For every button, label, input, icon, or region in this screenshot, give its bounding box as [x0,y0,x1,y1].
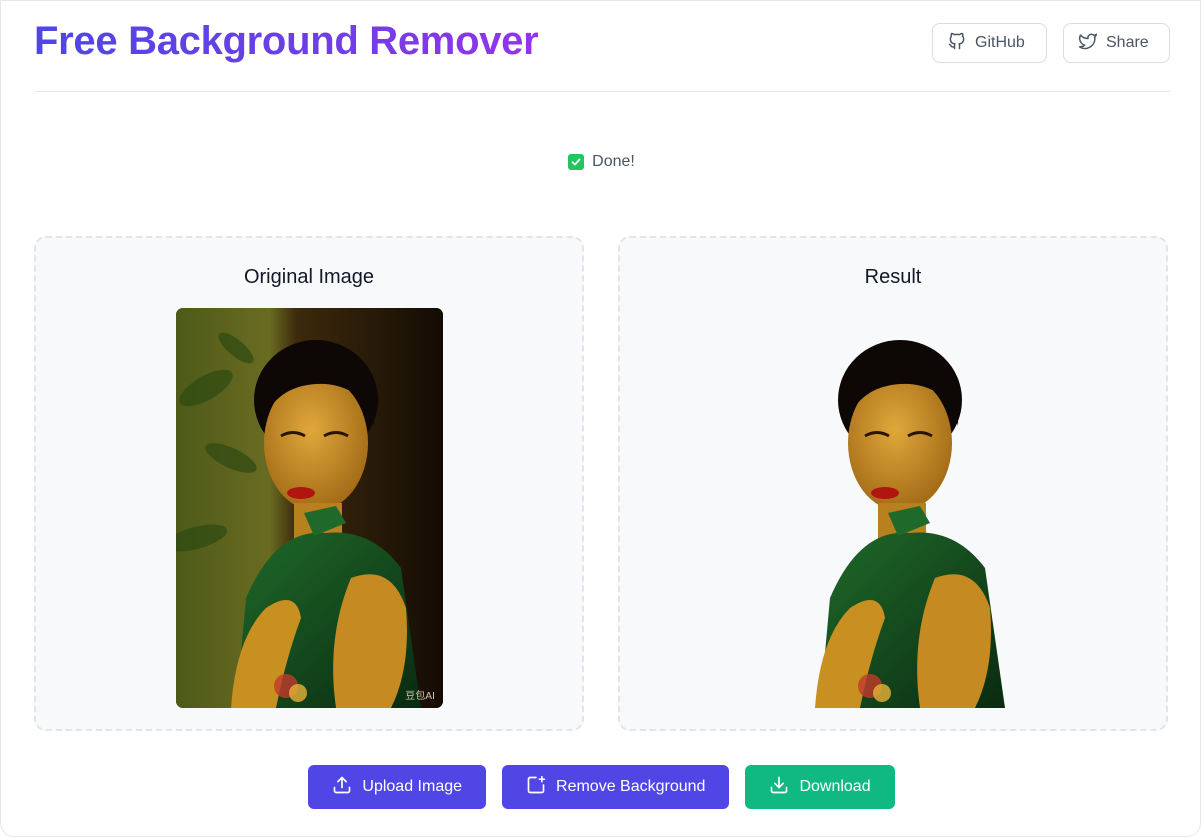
download-label: Download [799,778,871,795]
image-plus-icon [526,775,546,800]
original-image: 豆包AI [176,308,443,708]
github-label: GitHub [975,34,1025,51]
header: Free Background Remover GitHub Share [34,1,1170,92]
result-panel: Result [618,236,1168,731]
status-text: Done! [592,153,635,170]
upload-image-label: Upload Image [362,778,463,795]
remove-background-label: Remove Background [556,778,706,795]
result-image [760,308,1027,708]
upload-icon [332,775,352,800]
check-square-icon [568,154,585,170]
page-title: Free Background Remover [34,19,539,63]
result-photo-illustration [815,340,1005,708]
app-frame: Free Background Remover GitHub Share Don… [0,0,1201,837]
github-button[interactable]: GitHub [932,23,1047,63]
status-message: Done! [1,153,1201,171]
share-label: Share [1106,34,1149,51]
remove-background-button[interactable]: Remove Background [502,765,730,809]
upload-image-button[interactable]: Upload Image [308,765,487,809]
download-icon [769,775,789,800]
original-image-title: Original Image [243,266,375,288]
download-button[interactable]: Download [745,765,895,809]
watermark-text: 豆包AI [405,691,435,702]
original-image-panel: Original Image 豆包AI [34,236,584,731]
original-photo-illustration [176,308,443,708]
twitter-icon [1078,31,1098,56]
share-button[interactable]: Share [1063,23,1170,63]
action-bar: Upload Image Remove Background Download [1,765,1201,809]
github-icon [947,31,967,56]
result-title: Result [864,266,922,288]
